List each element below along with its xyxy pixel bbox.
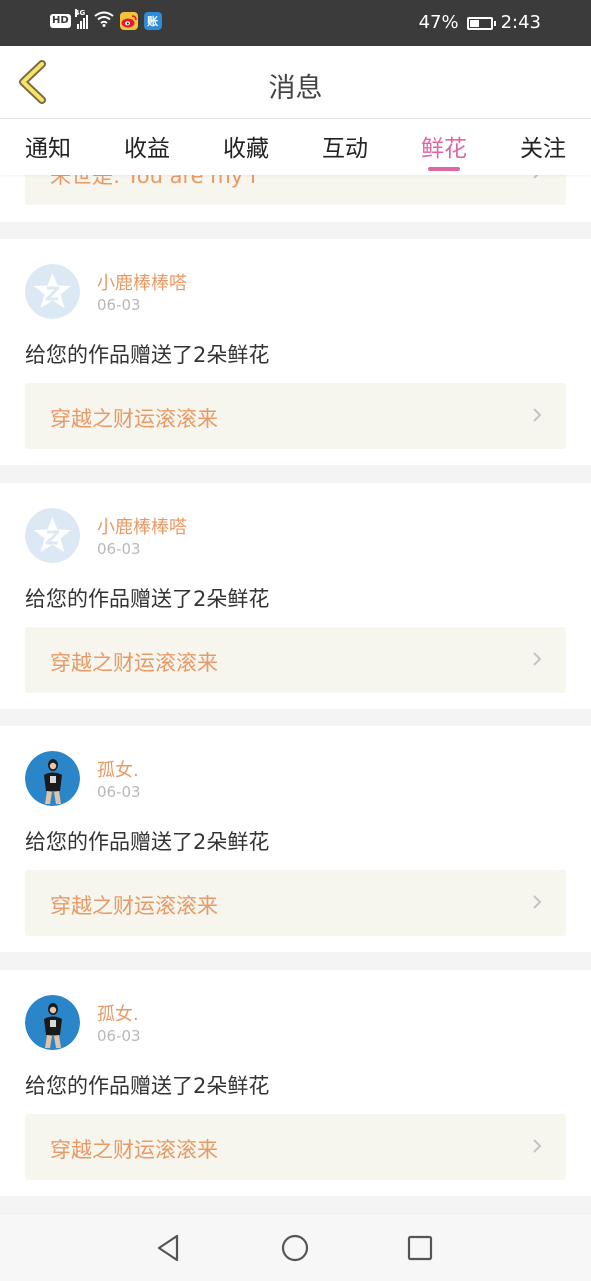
page-title: 消息 <box>268 73 323 104</box>
username[interactable]: 孤女. <box>97 756 139 782</box>
username[interactable]: 孤女. <box>97 1000 139 1026</box>
tab-label: 收益 <box>124 136 170 162</box>
message-date: 06-03 <box>97 540 141 558</box>
message-text: 给您的作品赠送了2朵鲜花 <box>25 587 270 611</box>
partial-message-card: 来世是: You are my I <box>0 175 591 222</box>
message-list[interactable]: 来世是: You are my I 小鹿棒棒嗒 06-03 给您的作品赠送了2朵… <box>0 175 591 1213</box>
work-link[interactable]: 穿越之财运滚滚来 <box>25 383 566 449</box>
message-date: 06-03 <box>97 783 141 801</box>
tab-favorites[interactable]: 收藏 <box>196 129 296 163</box>
username[interactable]: 小鹿棒棒嗒 <box>97 269 187 295</box>
work-title: 穿越之财运滚滚来 <box>50 651 218 675</box>
hd-badge: HD <box>50 14 71 28</box>
wifi-icon <box>94 11 114 31</box>
work-title: 穿越之财运滚滚来 <box>50 1138 218 1162</box>
avatar[interactable] <box>25 995 80 1050</box>
avatar[interactable] <box>25 751 80 806</box>
tab-follows[interactable]: 关注 <box>493 129 591 163</box>
message-card: 孤女. 06-03 给您的作品赠送了2朵鲜花 穿越之财运滚滚来 <box>0 726 591 952</box>
tab-interactions[interactable]: 互动 <box>295 129 395 163</box>
work-link[interactable]: 穿越之财运滚滚来 <box>25 870 566 936</box>
nav-recents-button[interactable] <box>404 1232 436 1264</box>
avatar[interactable] <box>25 508 80 563</box>
work-link[interactable]: 穿越之财运滚滚来 <box>25 627 566 693</box>
message-date: 06-03 <box>97 1027 141 1045</box>
work-link[interactable]: 来世是: You are my I <box>25 175 566 205</box>
chevron-right-icon <box>533 1139 542 1153</box>
recents-square-icon <box>407 1235 433 1261</box>
work-link[interactable]: 穿越之财运滚滚来 <box>25 1114 566 1180</box>
username[interactable]: 小鹿棒棒嗒 <box>97 513 187 539</box>
alipay-icon: 账 <box>143 12 162 30</box>
chevron-right-icon <box>533 408 542 422</box>
photo-avatar-icon <box>25 751 80 806</box>
system-nav-bar <box>0 1213 591 1281</box>
tab-flowers[interactable]: 鲜花 <box>394 129 494 171</box>
tab-label: 鲜花 <box>421 136 467 162</box>
message-card: 小鹿棒棒嗒 06-03 给您的作品赠送了2朵鲜花 穿越之财运滚滚来 <box>0 483 591 709</box>
default-avatar-icon <box>25 264 80 319</box>
message-text: 给您的作品赠送了2朵鲜花 <box>25 1074 270 1098</box>
tab-label: 互动 <box>322 136 368 162</box>
active-tab-indicator <box>428 167 460 171</box>
tab-label: 关注 <box>520 136 566 162</box>
message-text: 给您的作品赠送了2朵鲜花 <box>25 343 270 367</box>
weibo-icon <box>119 12 138 30</box>
work-title: 穿越之财运滚滚来 <box>50 407 218 431</box>
status-bar: HD 4G 账 47% 2:43 <box>0 0 591 46</box>
status-icons-left: HD 4G 账 <box>50 9 162 31</box>
clock: 2:43 <box>500 12 541 33</box>
work-title: 来世是: You are my I <box>50 175 257 188</box>
battery-icon <box>466 16 496 30</box>
tab-label: 通知 <box>25 136 71 162</box>
work-title: 穿越之财运滚滚来 <box>50 894 218 918</box>
message-card: 孤女. 06-03 给您的作品赠送了2朵鲜花 穿越之财运滚滚来 <box>0 970 591 1196</box>
battery-percent: 47% <box>418 12 459 33</box>
status-icons-right: 47% 2:43 <box>419 11 541 35</box>
nav-back-button[interactable] <box>153 1232 185 1264</box>
message-card: 小鹿棒棒嗒 06-03 给您的作品赠送了2朵鲜花 穿越之财运滚滚来 <box>0 239 591 465</box>
app-header: 消息 <box>0 46 591 119</box>
nav-home-button[interactable] <box>279 1232 311 1264</box>
home-circle-icon <box>281 1234 309 1262</box>
default-avatar-icon <box>25 508 80 563</box>
message-date: 06-03 <box>97 296 141 314</box>
tab-label: 收藏 <box>223 136 269 162</box>
tab-notice[interactable]: 通知 <box>0 129 98 163</box>
photo-avatar-icon <box>25 995 80 1050</box>
message-text: 给您的作品赠送了2朵鲜花 <box>25 830 270 854</box>
back-triangle-icon <box>157 1234 179 1262</box>
tab-bar: 通知 收益 收藏 互动 鲜花 关注 <box>0 119 591 175</box>
network-type: 4G <box>74 9 86 17</box>
tab-earnings[interactable]: 收益 <box>97 129 197 163</box>
signal-icon: 4G <box>74 9 88 29</box>
avatar[interactable] <box>25 264 80 319</box>
chevron-right-icon <box>533 652 542 666</box>
chevron-right-icon <box>533 895 542 909</box>
chevron-right-icon <box>533 175 539 179</box>
